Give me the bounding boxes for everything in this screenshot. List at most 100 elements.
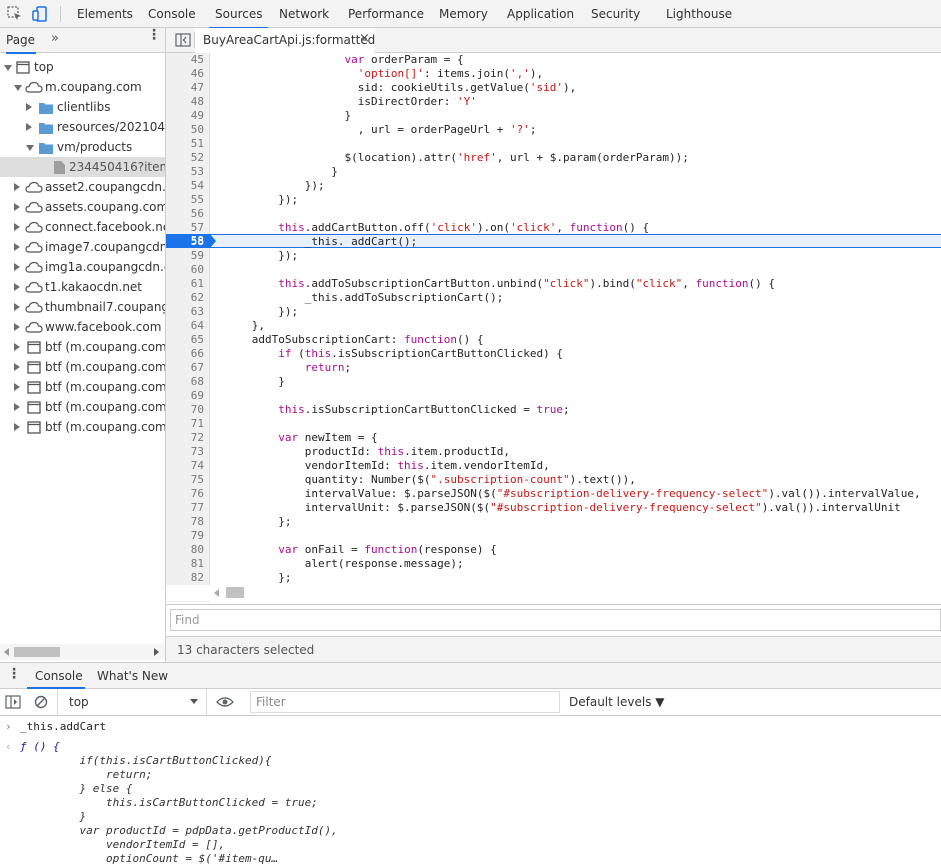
collapsed-arrow-icon[interactable] [14,343,20,351]
tree-item[interactable]: clientlibs [0,97,165,117]
line-number[interactable]: 61 [166,277,204,291]
expanded-arrow-icon[interactable] [26,145,34,151]
tree-item[interactable]: top [0,57,165,77]
tree-item[interactable]: assets.coupang.com [0,197,165,217]
tree-item[interactable]: 234450416?itemId [0,157,165,177]
console-sidebar-icon[interactable] [5,695,21,709]
tab-lighthouse[interactable]: Lighthouse [666,0,732,28]
line-number[interactable]: 48 [166,95,204,109]
expanded-arrow-icon[interactable] [4,65,12,71]
drawer-tab-console[interactable]: Console [35,669,83,683]
tree-item[interactable]: vm/products [0,137,165,157]
tree-item[interactable]: www.facebook.com [0,317,165,337]
log-levels-dropdown[interactable]: Default levels ▼ [569,695,665,709]
collapsed-arrow-icon[interactable] [14,323,20,331]
line-number[interactable]: 71 [166,417,204,431]
console-output[interactable]: › _this.addCart ‹ ƒ () { if(this.isCartB… [0,716,941,868]
editor-scroll-thumb[interactable] [226,587,244,598]
line-number[interactable]: 65 [166,333,204,347]
tree-item[interactable]: m.coupang.com [0,77,165,97]
line-number[interactable]: 57 [166,221,204,235]
collapsed-arrow-icon[interactable] [14,283,20,291]
collapsed-arrow-icon[interactable] [26,103,32,111]
tab-memory[interactable]: Memory [439,0,488,28]
tab-console[interactable]: Console [148,0,196,28]
line-number[interactable]: 62 [166,291,204,305]
collapsed-arrow-icon[interactable] [14,203,20,211]
tree-item[interactable]: connect.facebook.net [0,217,165,237]
line-number[interactable]: 53 [166,165,204,179]
line-number[interactable]: 79 [166,529,204,543]
collapsed-arrow-icon[interactable] [14,303,20,311]
line-number[interactable]: 52 [166,151,204,165]
line-number[interactable]: 54 [166,179,204,193]
console-filter-input[interactable]: Filter [250,691,560,713]
tab-security[interactable]: Security [591,0,640,28]
clear-console-icon[interactable] [34,695,48,709]
navigator-scroll-thumb[interactable] [14,647,60,657]
line-number[interactable]: 58 [166,234,204,248]
tree-item[interactable]: btf (m.coupang.com/) [0,397,165,417]
line-number[interactable]: 80 [166,543,204,557]
tree-item[interactable]: image7.coupangcdn.com [0,237,165,257]
line-number[interactable]: 51 [166,137,204,151]
find-input[interactable]: Find [170,609,941,631]
collapsed-arrow-icon[interactable] [14,263,20,271]
tree-item[interactable]: btf (m.coupang.com/) [0,417,165,437]
tree-item[interactable]: thumbnail7.coupangcdn.com [0,297,165,317]
line-number[interactable]: 47 [166,81,204,95]
line-number[interactable]: 59 [166,249,204,263]
inspect-element-icon[interactable] [6,5,24,23]
navigator-hscrollbar[interactable] [0,644,165,660]
line-number[interactable]: 56 [166,207,204,221]
scroll-left-icon[interactable] [4,648,9,656]
tab-performance[interactable]: Performance [348,0,424,28]
line-number[interactable]: 50 [166,123,204,137]
line-number[interactable]: 81 [166,557,204,571]
line-number[interactable]: 60 [166,263,204,277]
line-number[interactable]: 69 [166,389,204,403]
collapsed-arrow-icon[interactable] [26,123,32,131]
line-number[interactable]: 77 [166,501,204,515]
tab-sources[interactable]: Sources [208,0,270,29]
toggle-navigator-icon[interactable] [175,33,191,47]
line-number[interactable]: 75 [166,473,204,487]
line-number[interactable]: 82 [166,571,204,585]
line-number[interactable]: 72 [166,431,204,445]
scroll-right-icon[interactable] [154,648,159,656]
editor-hscrollbar[interactable] [166,585,941,601]
context-selector[interactable]: top [57,689,207,715]
collapsed-arrow-icon[interactable] [14,363,20,371]
drawer-menu-icon[interactable]: ⋮ [7,663,21,685]
line-number[interactable]: 73 [166,445,204,459]
line-number[interactable]: 63 [166,305,204,319]
breakpoint-marker[interactable]: 58 [166,234,216,248]
close-tab-icon[interactable]: × [359,31,370,46]
line-number[interactable]: 67 [166,361,204,375]
tree-item[interactable]: resources/20210409 [0,117,165,137]
navigator-menu-icon[interactable]: ⋮ [147,28,161,42]
tree-item[interactable]: img1a.coupangcdn.com [0,257,165,277]
tree-item[interactable]: btf (m.coupang.com/) [0,357,165,377]
tab-application[interactable]: Application [507,0,574,28]
tree-item[interactable]: t1.kakaocdn.net [0,277,165,297]
collapsed-arrow-icon[interactable] [14,423,20,431]
line-number[interactable]: 66 [166,347,204,361]
line-number[interactable]: 45 [166,53,204,67]
line-number[interactable]: 49 [166,109,204,123]
editor-scroll-left-icon[interactable] [214,589,219,597]
line-number[interactable]: 74 [166,459,204,473]
tab-elements[interactable]: Elements [77,0,133,28]
more-tabs-button[interactable]: » [51,31,59,46]
live-expression-eye-icon[interactable] [216,696,234,708]
line-number[interactable]: 76 [166,487,204,501]
line-number[interactable]: 55 [166,193,204,207]
line-number[interactable]: 70 [166,403,204,417]
tab-page[interactable]: Page [6,33,35,47]
tab-network[interactable]: Network [279,0,329,28]
tree-item[interactable]: asset2.coupangcdn.com [0,177,165,197]
collapsed-arrow-icon[interactable] [14,243,20,251]
line-number[interactable]: 78 [166,515,204,529]
line-number-gutter[interactable]: 45 46 47 48 49 50 51 52 53 54 55 56 57 58 59 60 61 62 63 64… [166,53,210,602]
device-toolbar-icon[interactable] [31,5,49,23]
